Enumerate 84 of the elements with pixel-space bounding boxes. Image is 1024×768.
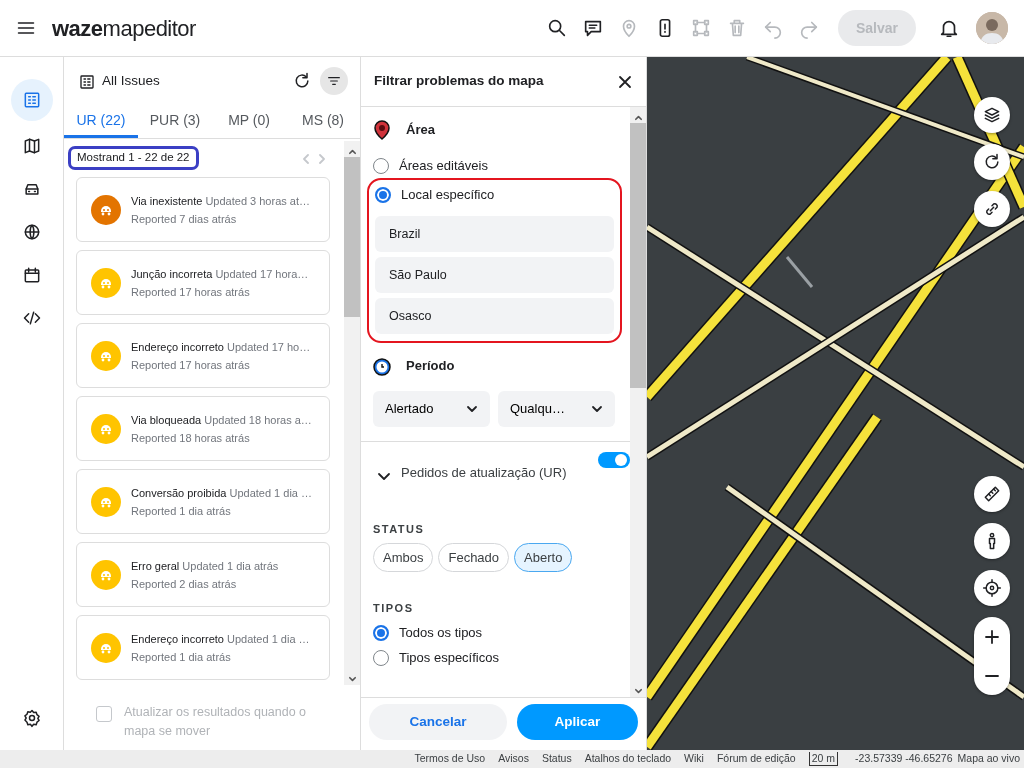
footer-link[interactable]: Wiki xyxy=(684,751,704,767)
caret-icon xyxy=(591,403,603,415)
live-map-link[interactable]: Mapa ao vivo xyxy=(957,751,1020,767)
radio-button[interactable] xyxy=(373,157,389,174)
radio-button[interactable] xyxy=(373,650,389,666)
issue-card[interactable]: Via inexistente Updated 3 horas at… Reported 7 dias atrás xyxy=(76,177,330,242)
filter-chip[interactable]: Ambos xyxy=(373,543,434,572)
issue-card[interactable]: Endereço incorreto Updated 1 dia … Reported 1 dia atrás xyxy=(76,615,330,680)
cancel-button[interactable]: Cancelar xyxy=(369,704,507,740)
footer-link[interactable]: Avisos xyxy=(498,751,529,767)
filter-chip[interactable]: Aberto xyxy=(514,543,573,572)
issue-card[interactable]: Conversão proibida Updated 1 dia … Reported 1 dia atrás xyxy=(76,469,330,534)
reported-text: Reported 1 dia atrás xyxy=(131,503,232,519)
filter-button[interactable] xyxy=(320,67,348,95)
logo: wazemapeditor xyxy=(52,14,196,43)
radio-option[interactable]: Tipos específicos xyxy=(373,645,616,671)
issue-card[interactable]: Via bloqueada Updated 18 horas a… Reported 18 horas atrás xyxy=(76,396,330,461)
radio-label: Áreas editáveis xyxy=(399,156,488,175)
caret-icon xyxy=(466,403,478,415)
updated-text: Updated 18 horas a… xyxy=(204,413,312,426)
footer-link[interactable]: Fórum de edição xyxy=(716,751,796,767)
updated-text: Updated 1 dia atrás xyxy=(182,559,279,572)
map-pin-icon xyxy=(373,119,391,141)
radio-label: Todos os tipos xyxy=(399,624,483,643)
reported-text: Reported 1 dia atrás xyxy=(131,649,232,665)
checkbox-label: Atualizar os resultados quando o mapa se mover xyxy=(124,704,308,740)
footer-link[interactable]: Status xyxy=(541,751,572,767)
tab[interactable]: MS (8) xyxy=(286,105,360,138)
radio-option[interactable]: Local específico xyxy=(375,182,614,207)
filter-chip[interactable]: Fechado xyxy=(438,543,510,572)
issue-title: Via bloqueada xyxy=(131,413,202,426)
issue-title: Junção incorreta xyxy=(131,267,213,280)
updated-text: Updated 3 horas at… xyxy=(205,194,310,207)
tab[interactable]: UR (22) xyxy=(64,105,138,138)
reported-text: Reported 2 dias atrás xyxy=(131,576,238,592)
panel-title: All Issues xyxy=(102,71,160,90)
issue-title: Conversão proibida xyxy=(131,486,227,499)
scale-bar: 20 m xyxy=(808,752,839,766)
tab[interactable]: MP (0) xyxy=(212,105,286,138)
coordinates-text: -23.57339 -46.65276 xyxy=(855,751,953,767)
footer-link[interactable]: Termos de Uso xyxy=(414,751,486,767)
issue-card[interactable]: Erro geral Updated 1 dia atrás Reported 2 dias atrás xyxy=(76,542,330,607)
issue-title: Erro geral xyxy=(131,559,180,572)
avatar[interactable] xyxy=(976,12,1008,44)
dropdown[interactable]: Alertado xyxy=(373,391,490,427)
radio-option[interactable]: Todos os tipos xyxy=(373,620,616,646)
issue-title: Endereço incorreto xyxy=(131,632,224,645)
tab[interactable]: PUR (3) xyxy=(138,105,212,138)
radio-label: Tipos específicos xyxy=(399,649,499,668)
section-heading: Área xyxy=(406,121,435,140)
radio-option[interactable]: Áreas editáveis xyxy=(373,153,616,178)
reported-text: Reported 7 dias atrás xyxy=(131,211,238,227)
search-icon[interactable] xyxy=(546,17,568,39)
reported-text: Reported 17 horas atrás xyxy=(131,284,251,300)
reported-text: Reported 18 horas atrás xyxy=(131,430,251,446)
checkbox[interactable] xyxy=(96,706,112,722)
pagination-text: Mostrand 1 - 22 de 22 xyxy=(68,146,199,170)
section-label: TIPOS xyxy=(373,601,415,616)
updated-text: Updated 17 ho… xyxy=(227,340,311,353)
radio-button[interactable] xyxy=(375,186,391,203)
issue-card[interactable]: Junção incorreta Updated 17 hora… Reported 17 horas atrás xyxy=(76,250,330,315)
clock-icon xyxy=(373,356,391,376)
location-field[interactable]: Osasco xyxy=(375,298,614,334)
issue-title: Via inexistente xyxy=(131,194,203,207)
radio-label: Local específico xyxy=(401,185,495,204)
issue-title: Endereço incorreto xyxy=(131,340,224,353)
updated-text: Updated 1 dia … xyxy=(229,486,312,499)
reported-text: Reported 17 horas atrás xyxy=(131,357,251,373)
panel-title: Filtrar problemas do mapa xyxy=(374,72,544,91)
list-icon[interactable] xyxy=(10,79,53,121)
updated-text: Updated 1 dia … xyxy=(227,632,310,645)
radio-button[interactable] xyxy=(373,625,389,641)
dropdown[interactable]: Qualqu… xyxy=(498,391,615,427)
section-label: STATUS xyxy=(373,521,426,537)
section-title: Pedidos de atualização (UR) xyxy=(401,464,567,482)
scrollbar[interactable] xyxy=(630,107,646,697)
issue-card[interactable]: Endereço incorreto Updated 17 ho… Reported 17 horas atrás xyxy=(76,323,330,388)
location-field[interactable]: Brazil xyxy=(375,216,614,252)
toggle-switch[interactable] xyxy=(598,452,630,468)
footer-link[interactable]: Atalhos do teclado xyxy=(584,751,672,767)
updated-text: Updated 17 hora… xyxy=(215,267,309,280)
location-field[interactable]: São Paulo xyxy=(375,257,614,293)
scrollbar[interactable] xyxy=(344,141,360,685)
section-heading: Período xyxy=(406,357,455,376)
